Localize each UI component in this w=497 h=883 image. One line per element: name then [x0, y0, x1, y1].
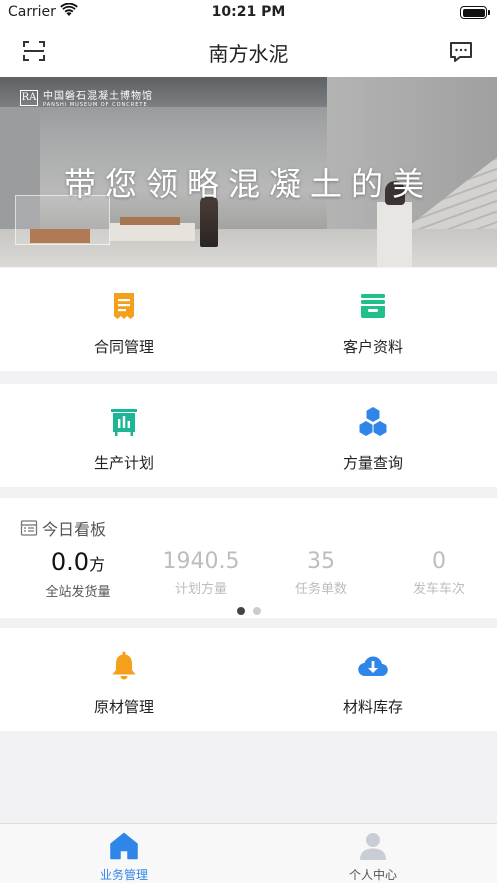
- tab-personal-center-label: 个人中心: [348, 868, 397, 882]
- today-board: 今日看板 0.0方 全站发货量 1940.5 计划方量 35 任务单数 0 发车…: [0, 498, 497, 618]
- volume-query-icon: [359, 407, 387, 436]
- home-icon: [110, 832, 138, 860]
- contract-management-button[interactable]: 合同管理: [0, 268, 248, 371]
- stat-total-shipment[interactable]: 0.0方 全站发货量: [16, 548, 140, 600]
- material-inventory-label: 材料库存: [342, 698, 403, 716]
- raw-material-management-label: 原材管理: [93, 698, 154, 716]
- nav-bar: 南方水泥: [0, 26, 497, 77]
- tab-business-management[interactable]: 业务管理: [0, 824, 248, 883]
- museum-logo: RA 中国磐石混凝土博物馆 PANSHI MUSEUM OF CONCRETE: [20, 87, 153, 108]
- status-time: 10:21 PM: [211, 4, 286, 20]
- status-bar: Carrier 10:21 PM: [0, 0, 497, 26]
- banner-image[interactable]: RA 中国磐石混凝土博物馆 PANSHI MUSEUM OF CONCRETE …: [0, 77, 497, 267]
- page-title: 南方水泥: [208, 42, 289, 66]
- material-inventory-button[interactable]: 材料库存: [249, 628, 497, 731]
- today-board-title: 今日看板: [42, 520, 107, 539]
- page-dot-active: [236, 607, 245, 615]
- stat-planned-volume-label: 计划方量: [174, 582, 227, 597]
- production-plan-button[interactable]: 生产计划: [0, 384, 248, 487]
- contract-icon: [114, 293, 134, 319]
- stat-task-orders-value: 35: [307, 549, 335, 574]
- museum-logo-mark: RA: [20, 89, 38, 106]
- stat-planned-volume[interactable]: 1940.5 计划方量: [139, 548, 263, 597]
- menu-row-2: 生产计划 方量查询: [0, 384, 497, 487]
- stat-planned-volume-value: 1940.5: [162, 549, 240, 574]
- stat-total-shipment-label: 全站发货量: [45, 585, 111, 600]
- museum-name-en: PANSHI MUSEUM OF CONCRETE: [43, 102, 148, 108]
- customer-info-button[interactable]: 客户资料: [249, 268, 497, 371]
- production-plan-label: 生产计划: [93, 454, 154, 472]
- tab-personal-center[interactable]: 个人中心: [249, 824, 497, 883]
- tab-bar: 业务管理 个人中心: [0, 823, 497, 883]
- stat-truck-trips-value: 0: [432, 549, 446, 574]
- cloud-download-icon: [358, 656, 388, 677]
- volume-query-button[interactable]: 方量查询: [249, 384, 497, 487]
- museum-name-cn: 中国磐石混凝土博物馆: [43, 91, 153, 102]
- today-board-header: 今日看板: [20, 516, 106, 540]
- menu-row-1: 合同管理 客户资料: [0, 268, 497, 371]
- customer-archive-icon: [361, 294, 385, 318]
- stat-task-orders-label: 任务单数: [294, 582, 347, 597]
- dashboard-icon: [20, 520, 38, 536]
- message-icon[interactable]: [448, 39, 474, 65]
- customer-info-label: 客户资料: [342, 338, 403, 356]
- bell-icon: [112, 651, 136, 680]
- tab-business-management-label: 业务管理: [99, 868, 148, 882]
- battery-icon: [460, 6, 490, 19]
- profile-icon: [360, 833, 386, 860]
- stat-total-shipment-value: 0.0: [50, 548, 90, 576]
- banner-slogan: 带您领略混凝土的美: [63, 165, 433, 203]
- stat-truck-trips-label: 发车车次: [412, 582, 465, 597]
- stat-total-shipment-unit: 方: [89, 555, 106, 574]
- raw-material-management-button[interactable]: 原材管理: [0, 628, 248, 731]
- stat-truck-trips[interactable]: 0 发车车次: [377, 548, 497, 597]
- production-plan-icon: [111, 409, 137, 436]
- volume-query-label: 方量查询: [342, 454, 403, 472]
- page-dot: [252, 607, 261, 615]
- contract-management-label: 合同管理: [93, 338, 154, 356]
- menu-row-3: 原材管理 材料库存: [0, 628, 497, 731]
- page-indicator[interactable]: [0, 600, 497, 619]
- stat-task-orders[interactable]: 35 任务单数: [259, 548, 383, 597]
